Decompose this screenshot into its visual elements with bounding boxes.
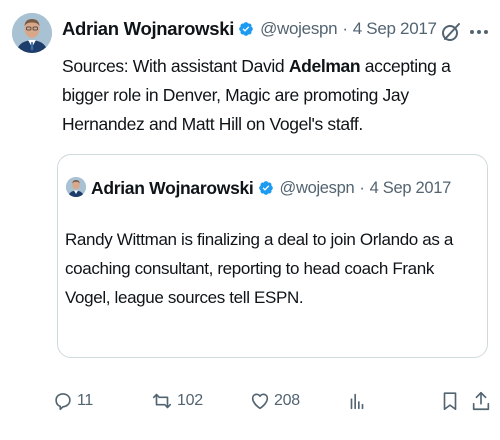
grok-icon[interactable] (439, 20, 463, 44)
repost-button[interactable]: 102 (150, 386, 203, 416)
tweet-header: Adrian Wojnarowski @wojespn · 4 Sep 2017 (62, 16, 437, 42)
quoted-tweet-date: 4 Sep 2017 (369, 178, 452, 197)
repost-count: 102 (177, 392, 203, 409)
share-button[interactable] (470, 386, 492, 416)
quoted-tweet-text: Randy Wittman is finalizing a deal to jo… (65, 230, 454, 307)
bookmark-icon (439, 390, 461, 412)
tweet-text-start: Sources: With assistant David (62, 56, 289, 76)
verified-badge-icon (258, 180, 274, 196)
quoted-author-handle: @wojespn (279, 178, 355, 197)
like-count: 208 (274, 392, 300, 409)
bookmark-button[interactable] (439, 386, 461, 416)
repost-icon (150, 390, 174, 412)
reply-button[interactable]: 11 (52, 386, 93, 416)
tweet-date[interactable]: 4 Sep 2017 (353, 19, 437, 39)
tweet-text: Sources: With assistant David Adelman ac… (62, 52, 494, 139)
views-button[interactable] (346, 386, 368, 416)
quoted-author-avatar (66, 177, 86, 197)
verified-badge-icon (238, 21, 254, 37)
author-handle[interactable]: @wojespn (260, 19, 338, 39)
tweet-text-bold: Adelman (288, 56, 361, 76)
views-icon (346, 390, 368, 412)
author-name[interactable]: Adrian Wojnarowski (62, 18, 234, 40)
action-bar: 11 102 208 (52, 386, 492, 416)
reply-icon (52, 390, 74, 412)
separator: · (342, 19, 348, 38)
quoted-author-name: Adrian Wojnarowski (91, 177, 254, 198)
reply-count: 11 (77, 392, 94, 409)
quoted-tweet-header: Adrian Wojnarowski @wojespn · 4 Sep 2017 (91, 176, 451, 200)
quoted-tweet-card[interactable]: Adrian Wojnarowski @wojespn · 4 Sep 2017… (57, 154, 488, 358)
share-icon (470, 390, 492, 412)
like-button[interactable]: 208 (249, 386, 300, 416)
like-icon (249, 390, 271, 412)
more-icon[interactable] (470, 24, 492, 40)
author-avatar[interactable] (12, 13, 52, 53)
separator: · (359, 178, 365, 197)
